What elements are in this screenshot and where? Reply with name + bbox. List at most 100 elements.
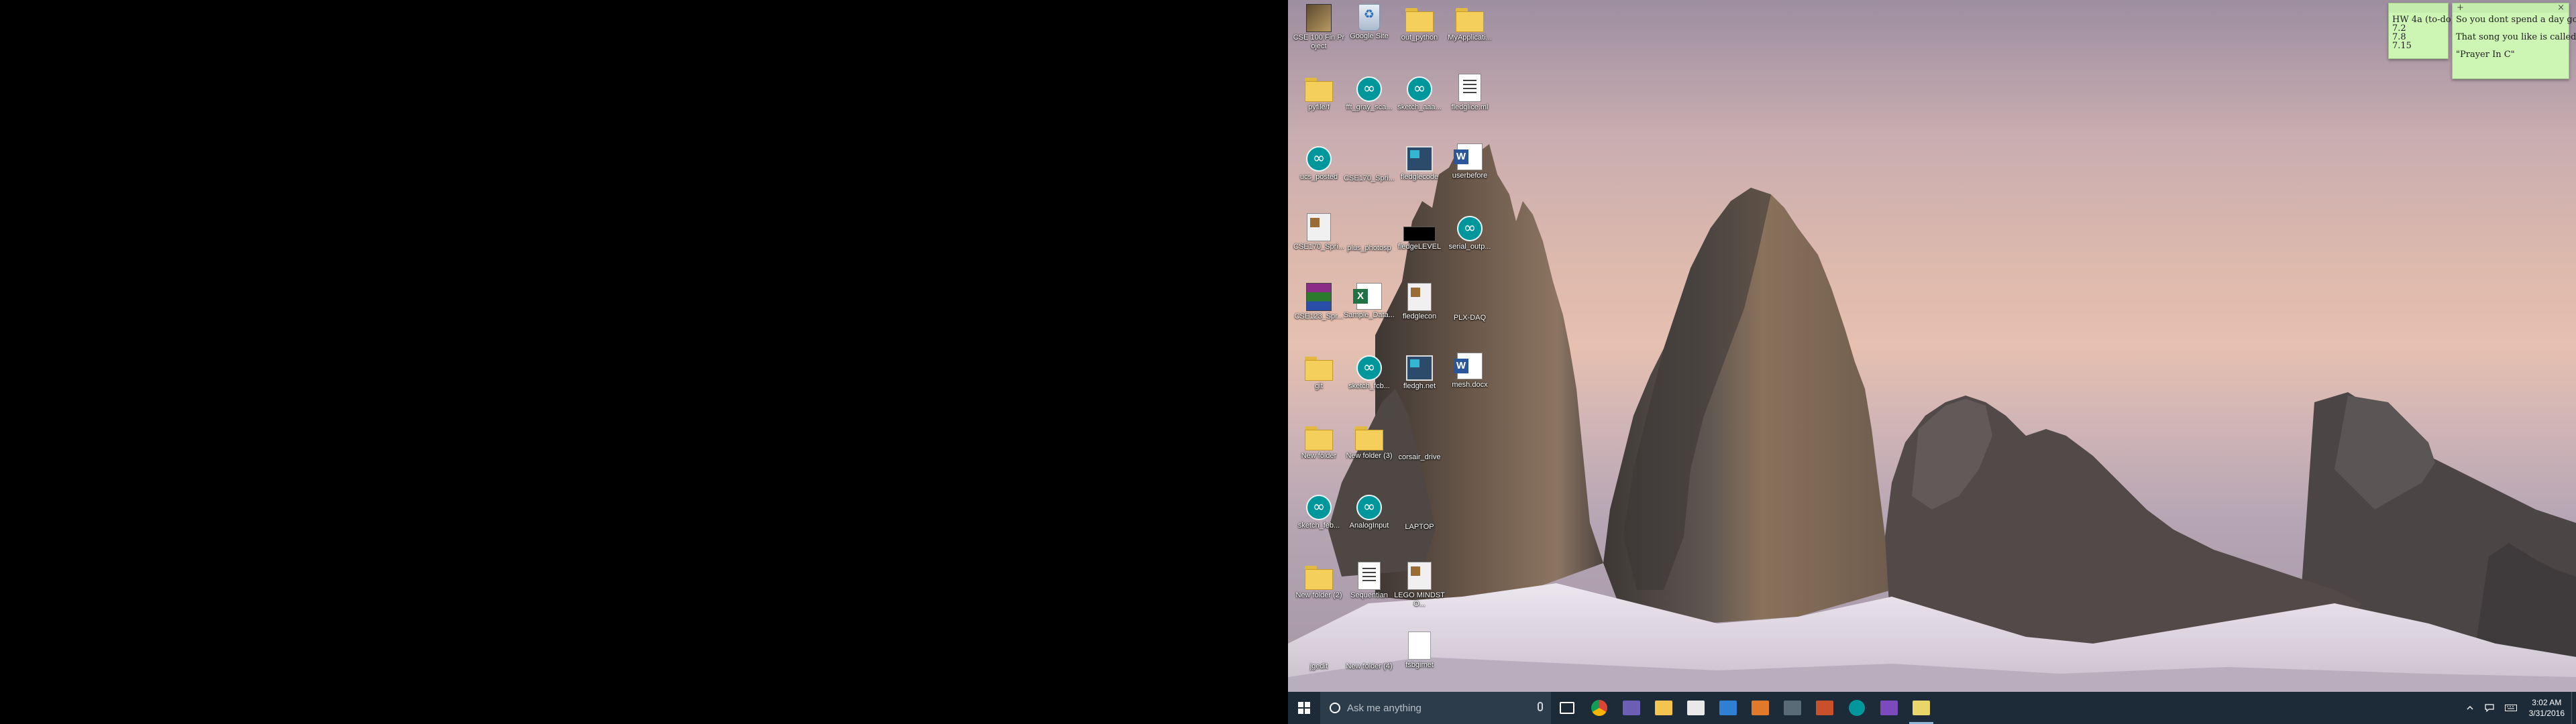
word-document-icon — [1454, 143, 1483, 170]
folder-icon — [1456, 283, 1483, 312]
desktop-icon[interactable]: New folder (4) — [1341, 629, 1397, 692]
desktop-icon[interactable]: pyfile/f — [1291, 71, 1347, 135]
clock[interactable]: 3:02 AM 3/31/2016 — [2522, 697, 2571, 719]
start-button[interactable] — [1288, 692, 1320, 724]
taskbar-app-button[interactable] — [1583, 692, 1615, 724]
task-view-icon — [1560, 702, 1574, 714]
desktop-icon[interactable]: PLX-DAQ — [1442, 280, 1498, 345]
desktop-icon[interactable]: plus_photosp — [1341, 210, 1397, 275]
text-file-icon — [1458, 74, 1481, 102]
sticky-notes-icon — [1913, 701, 1930, 715]
taskbar-app-button[interactable] — [1680, 692, 1712, 724]
desktop-icon[interactable]: New folder (3) — [1341, 420, 1397, 484]
taskbar-app-button[interactable] — [1712, 692, 1744, 724]
desktop-icon[interactable]: mesh.docx — [1442, 350, 1498, 414]
sticky-note-titlebar[interactable]: + × — [2453, 3, 2569, 13]
show-hidden-icons-chevron-icon[interactable] — [2461, 692, 2479, 724]
desktop-icon[interactable]: CSE170_Spri... — [1341, 141, 1397, 205]
sticky-note-line: 7.15 — [2392, 41, 2412, 51]
winrar-archive-icon — [1306, 283, 1332, 311]
mail-icon — [1719, 701, 1737, 715]
taskbar-app-button[interactable] — [1744, 692, 1776, 724]
desktop-icon-label: fledglice.ml — [1451, 103, 1489, 111]
desktop-icon[interactable]: LAPTOP — [1391, 489, 1448, 554]
desktop-icon-label: fledgh.net — [1403, 382, 1436, 390]
desktop-icon[interactable]: fsbgimet — [1391, 629, 1448, 692]
show-desktop-button[interactable] — [2571, 692, 2576, 724]
sticky-note-hw[interactable]: HW 4a (to-do) 7.2 7.8 7.15 — [2388, 3, 2455, 59]
desktop-icon[interactable]: LEGO MINDSTO... — [1391, 559, 1448, 623]
taskbar-app-button[interactable] — [1551, 692, 1583, 724]
taskbar-app-button[interactable] — [1648, 692, 1680, 724]
desktop-icon[interactable]: fledgh.net — [1391, 350, 1448, 414]
taskbar-app-button[interactable] — [1809, 692, 1841, 724]
visual-studio-icon — [1880, 701, 1898, 715]
desktop-icon[interactable]: AnalogInput — [1341, 489, 1397, 554]
inactive-monitor-area — [0, 0, 1288, 724]
desktop-icon-label: sketch_feb... — [1297, 522, 1340, 530]
arduino-icon — [1356, 76, 1382, 102]
desktop-icon[interactable]: CSE 100 Fin Project — [1291, 1, 1347, 66]
desktop-icon[interactable]: jgedit — [1291, 629, 1347, 692]
keyboard-icon[interactable] — [2500, 692, 2522, 724]
desktop-icon[interactable]: fledglecon — [1391, 280, 1448, 345]
desktop-icon[interactable]: MyApplicati... — [1442, 1, 1498, 66]
desktop-icon[interactable]: ucs_posted — [1291, 141, 1347, 205]
close-note-icon[interactable]: × — [2557, 3, 2565, 13]
word-document-icon — [1454, 353, 1483, 379]
desktop-icon[interactable]: CSE123_Spr... — [1291, 280, 1347, 345]
taskbar-app-button[interactable] — [1615, 692, 1648, 724]
desktop-icon[interactable]: serial_outp... — [1442, 210, 1498, 275]
add-note-icon[interactable]: + — [2457, 3, 2464, 13]
desktop-icon[interactable]: out_python — [1391, 1, 1448, 66]
desktop-icon[interactable]: CSE170_Spri... — [1291, 210, 1347, 275]
desktop-icon-label: serial_outp... — [1448, 243, 1491, 251]
desktop-icon[interactable]: fledgeLEVEL — [1391, 210, 1448, 275]
microphone-icon[interactable] — [1538, 702, 1543, 711]
desktop-icon[interactable]: Sample_Data... — [1341, 280, 1397, 345]
taskbar-app-button[interactable] — [1873, 692, 1905, 724]
desktop-icon-label: fledgeLEVEL — [1397, 243, 1442, 251]
desktop-icon[interactable]: Sequentian — [1341, 559, 1397, 623]
folder-icon — [1405, 8, 1434, 32]
message-icon[interactable] — [2479, 692, 2500, 724]
clock-time: 3:02 AM — [2532, 698, 2562, 707]
taskbar-app-button[interactable] — [1905, 692, 1937, 724]
sticky-note-text[interactable]: HW 4a (to-do) 7.2 7.8 7.15 — [2389, 13, 2455, 53]
desktop-icon[interactable]: userbefore — [1442, 141, 1498, 205]
taskbar-app-button[interactable] — [1776, 692, 1809, 724]
desktop-icon-label: fledglecode — [1400, 173, 1439, 181]
windows-logo-icon — [1298, 702, 1310, 714]
desktop-icon[interactable]: sketch_fcb... — [1341, 350, 1397, 414]
desktop-icon[interactable]: fft_gray_sca... — [1341, 71, 1397, 135]
desktop[interactable]: CSE 100 Fin Project Google Site out_python… — [1288, 0, 2576, 692]
desktop-icon[interactable]: Google Site — [1341, 1, 1397, 66]
desktop-icon-label: jgedit — [1309, 662, 1328, 670]
desktop-icon[interactable]: New folder (2) — [1291, 559, 1347, 623]
desktop-icon[interactable]: corsair_drive — [1391, 420, 1448, 484]
recycle-bin-icon — [1358, 4, 1380, 31]
file-icon — [1407, 283, 1432, 311]
desktop-icon[interactable]: fledglice.ml — [1442, 71, 1498, 135]
cortana-search-box[interactable]: Ask me anything — [1320, 692, 1551, 724]
desktop-icon-label: Google Site — [1350, 32, 1389, 40]
desktop-icon[interactable]: git — [1291, 350, 1347, 414]
desktop-icon[interactable]: sketch_feb... — [1291, 489, 1347, 554]
file-icon — [1307, 213, 1331, 241]
folder-icon — [1406, 492, 1433, 522]
taskbar-app-button[interactable] — [1841, 692, 1873, 724]
desktop-icon[interactable]: fledglecode — [1391, 141, 1448, 205]
folder-icon — [1305, 426, 1333, 450]
sticky-note-titlebar[interactable] — [2389, 3, 2448, 13]
arduino-icon — [1356, 355, 1382, 381]
desktop-icon-label: New folder — [1301, 452, 1337, 460]
desktop-icon-label: git — [1315, 382, 1323, 390]
sticky-note-text[interactable]: So you dont spend a day googling it late… — [2453, 13, 2576, 62]
application-icon — [1406, 355, 1433, 381]
media-icon — [1784, 701, 1801, 715]
desktop-icon[interactable]: New folder — [1291, 420, 1347, 484]
sticky-note-song[interactable]: + × So you dont spend a day googling it … — [2452, 3, 2576, 79]
desktop-icon-label: PLX-DAQ — [1453, 314, 1487, 322]
desktop-icon-label: MyApplicati... — [1448, 34, 1492, 42]
desktop-icon[interactable]: sketch_aaa... — [1391, 71, 1448, 135]
